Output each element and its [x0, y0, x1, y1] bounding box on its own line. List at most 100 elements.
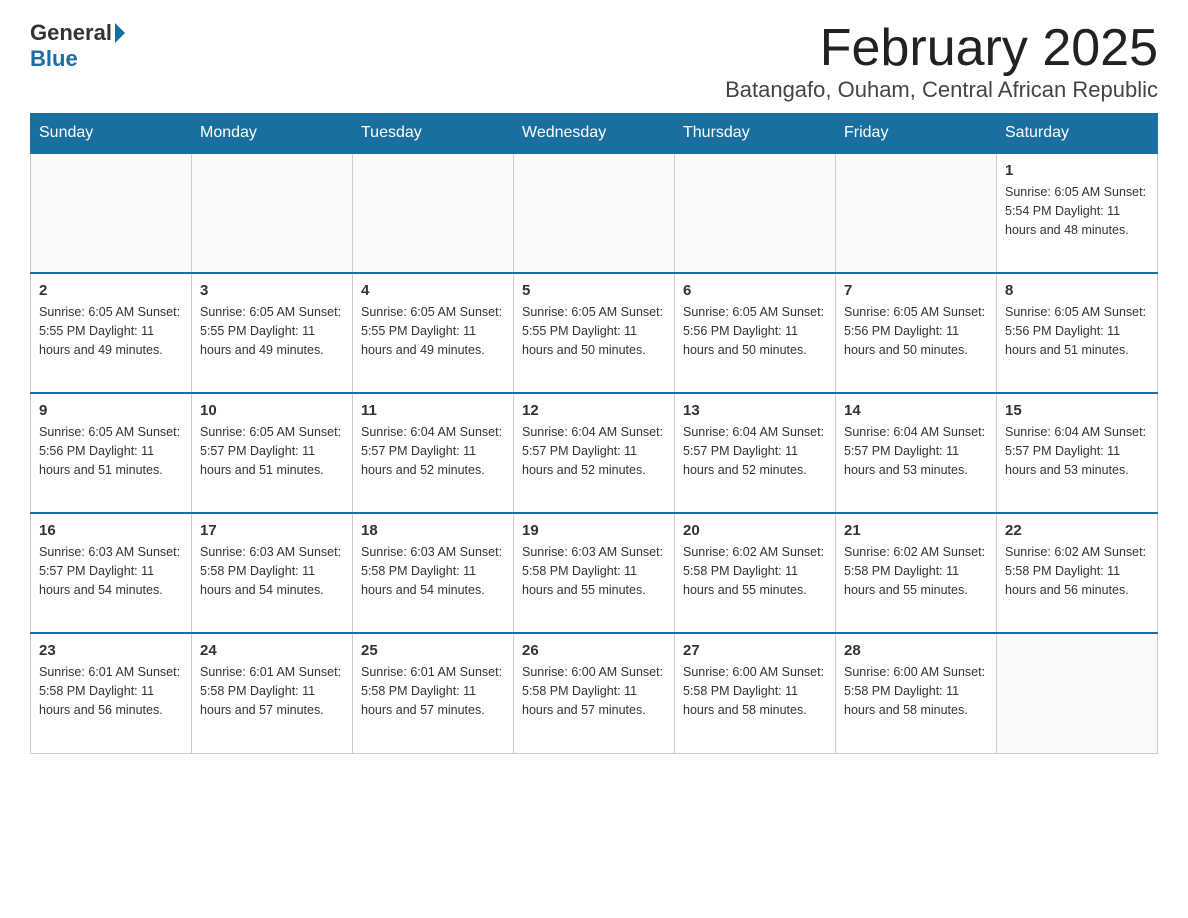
- logo-general-text: General: [30, 20, 112, 46]
- day-number: 11: [361, 402, 505, 419]
- day-number: 8: [1005, 282, 1149, 299]
- day-info: Sunrise: 6:03 AM Sunset: 5:58 PM Dayligh…: [200, 543, 344, 599]
- calendar-cell: 20 Sunrise: 6:02 AM Sunset: 5:58 PM Dayli…: [675, 513, 836, 633]
- day-info: Sunrise: 6:05 AM Sunset: 5:56 PM Dayligh…: [39, 423, 183, 479]
- day-info: Sunrise: 6:05 AM Sunset: 5:57 PM Dayligh…: [200, 423, 344, 479]
- calendar-cell: [997, 633, 1158, 753]
- calendar-header: SundayMondayTuesdayWednesdayThursdayFrid…: [31, 114, 1158, 154]
- calendar-cell: 8 Sunrise: 6:05 AM Sunset: 5:56 PM Daylig…: [997, 273, 1158, 393]
- title-section: February 2025 Batangafo, Ouham, Central …: [725, 20, 1158, 103]
- header-saturday: Saturday: [997, 114, 1158, 154]
- day-number: 9: [39, 402, 183, 419]
- calendar-week-row: 16 Sunrise: 6:03 AM Sunset: 5:57 PM Dayli…: [31, 513, 1158, 633]
- calendar-cell: [192, 153, 353, 273]
- day-number: 23: [39, 642, 183, 659]
- day-number: 21: [844, 522, 988, 539]
- calendar-header-row: SundayMondayTuesdayWednesdayThursdayFrid…: [31, 114, 1158, 154]
- header-tuesday: Tuesday: [353, 114, 514, 154]
- logo: General Blue: [30, 20, 125, 72]
- day-number: 3: [200, 282, 344, 299]
- day-info: Sunrise: 6:05 AM Sunset: 5:55 PM Dayligh…: [361, 303, 505, 359]
- day-number: 19: [522, 522, 666, 539]
- day-number: 25: [361, 642, 505, 659]
- day-info: Sunrise: 6:05 AM Sunset: 5:56 PM Dayligh…: [1005, 303, 1149, 359]
- day-info: Sunrise: 6:05 AM Sunset: 5:56 PM Dayligh…: [844, 303, 988, 359]
- calendar-cell: 14 Sunrise: 6:04 AM Sunset: 5:57 PM Dayli…: [836, 393, 997, 513]
- calendar-cell: 13Sunrise: 6:04 AM Sunset: 5:57 PM Dayli…: [675, 393, 836, 513]
- header-wednesday: Wednesday: [514, 114, 675, 154]
- day-info: Sunrise: 6:04 AM Sunset: 5:57 PM Dayligh…: [522, 423, 666, 479]
- day-number: 27: [683, 642, 827, 659]
- header-sunday: Sunday: [31, 114, 192, 154]
- day-number: 17: [200, 522, 344, 539]
- calendar-cell: 16 Sunrise: 6:03 AM Sunset: 5:57 PM Dayli…: [31, 513, 192, 633]
- day-info: Sunrise: 6:05 AM Sunset: 5:55 PM Dayligh…: [200, 303, 344, 359]
- day-info: Sunrise: 6:04 AM Sunset: 5:57 PM Dayligh…: [361, 423, 505, 479]
- day-number: 7: [844, 282, 988, 299]
- day-info: Sunrise: 6:04 AM Sunset: 5:57 PM Dayligh…: [683, 423, 827, 479]
- calendar-cell: 5 Sunrise: 6:05 AM Sunset: 5:55 PM Daylig…: [514, 273, 675, 393]
- calendar-week-row: 2 Sunrise: 6:05 AM Sunset: 5:55 PM Daylig…: [31, 273, 1158, 393]
- day-info: Sunrise: 6:04 AM Sunset: 5:57 PM Dayligh…: [844, 423, 988, 479]
- day-info: Sunrise: 6:00 AM Sunset: 5:58 PM Dayligh…: [522, 663, 666, 719]
- calendar-cell: 25 Sunrise: 6:01 AM Sunset: 5:58 PM Dayli…: [353, 633, 514, 753]
- day-number: 20: [683, 522, 827, 539]
- day-info: Sunrise: 6:01 AM Sunset: 5:58 PM Dayligh…: [361, 663, 505, 719]
- day-info: Sunrise: 6:05 AM Sunset: 5:56 PM Dayligh…: [683, 303, 827, 359]
- calendar-cell: 7 Sunrise: 6:05 AM Sunset: 5:56 PM Daylig…: [836, 273, 997, 393]
- day-info: Sunrise: 6:00 AM Sunset: 5:58 PM Dayligh…: [844, 663, 988, 719]
- calendar-week-row: 9 Sunrise: 6:05 AM Sunset: 5:56 PM Daylig…: [31, 393, 1158, 513]
- calendar-cell: 15Sunrise: 6:04 AM Sunset: 5:57 PM Dayli…: [997, 393, 1158, 513]
- calendar-table: SundayMondayTuesdayWednesdayThursdayFrid…: [30, 113, 1158, 754]
- header-thursday: Thursday: [675, 114, 836, 154]
- header-friday: Friday: [836, 114, 997, 154]
- day-info: Sunrise: 6:01 AM Sunset: 5:58 PM Dayligh…: [200, 663, 344, 719]
- calendar-cell: 4 Sunrise: 6:05 AM Sunset: 5:55 PM Daylig…: [353, 273, 514, 393]
- page-header: General Blue February 2025 Batangafo, Ou…: [30, 20, 1158, 103]
- day-number: 14: [844, 402, 988, 419]
- day-info: Sunrise: 6:03 AM Sunset: 5:58 PM Dayligh…: [361, 543, 505, 599]
- calendar-cell: 21 Sunrise: 6:02 AM Sunset: 5:58 PM Dayli…: [836, 513, 997, 633]
- logo-blue-text: Blue: [30, 46, 78, 72]
- day-info: Sunrise: 6:03 AM Sunset: 5:58 PM Dayligh…: [522, 543, 666, 599]
- calendar-cell: 22 Sunrise: 6:02 AM Sunset: 5:58 PM Dayli…: [997, 513, 1158, 633]
- calendar-cell: 10Sunrise: 6:05 AM Sunset: 5:57 PM Dayli…: [192, 393, 353, 513]
- calendar-cell: [514, 153, 675, 273]
- day-number: 28: [844, 642, 988, 659]
- day-info: Sunrise: 6:01 AM Sunset: 5:58 PM Dayligh…: [39, 663, 183, 719]
- calendar-cell: 28 Sunrise: 6:00 AM Sunset: 5:58 PM Dayli…: [836, 633, 997, 753]
- calendar-cell: 11 Sunrise: 6:04 AM Sunset: 5:57 PM Dayli…: [353, 393, 514, 513]
- day-number: 12: [522, 402, 666, 419]
- calendar-cell: 24Sunrise: 6:01 AM Sunset: 5:58 PM Dayli…: [192, 633, 353, 753]
- day-info: Sunrise: 6:02 AM Sunset: 5:58 PM Dayligh…: [1005, 543, 1149, 599]
- day-number: 2: [39, 282, 183, 299]
- calendar-cell: [675, 153, 836, 273]
- day-number: 4: [361, 282, 505, 299]
- calendar-cell: [31, 153, 192, 273]
- calendar-cell: 3 Sunrise: 6:05 AM Sunset: 5:55 PM Daylig…: [192, 273, 353, 393]
- page-title: February 2025: [725, 20, 1158, 77]
- day-info: Sunrise: 6:04 AM Sunset: 5:57 PM Dayligh…: [1005, 423, 1149, 479]
- calendar-cell: 2Sunrise: 6:05 AM Sunset: 5:55 PM Daylig…: [31, 273, 192, 393]
- logo-arrow-icon: [115, 23, 125, 43]
- day-info: Sunrise: 6:00 AM Sunset: 5:58 PM Dayligh…: [683, 663, 827, 719]
- day-info: Sunrise: 6:02 AM Sunset: 5:58 PM Dayligh…: [683, 543, 827, 599]
- calendar-cell: 18 Sunrise: 6:03 AM Sunset: 5:58 PM Dayli…: [353, 513, 514, 633]
- calendar-cell: 12 Sunrise: 6:04 AM Sunset: 5:57 PM Dayli…: [514, 393, 675, 513]
- calendar-cell: 9 Sunrise: 6:05 AM Sunset: 5:56 PM Daylig…: [31, 393, 192, 513]
- day-info: Sunrise: 6:02 AM Sunset: 5:58 PM Dayligh…: [844, 543, 988, 599]
- day-number: 22: [1005, 522, 1149, 539]
- calendar-body: 1Sunrise: 6:05 AM Sunset: 5:54 PM Daylig…: [31, 153, 1158, 753]
- calendar-cell: [353, 153, 514, 273]
- day-number: 1: [1005, 162, 1149, 179]
- header-monday: Monday: [192, 114, 353, 154]
- day-number: 26: [522, 642, 666, 659]
- calendar-cell: 26 Sunrise: 6:00 AM Sunset: 5:58 PM Dayli…: [514, 633, 675, 753]
- day-number: 5: [522, 282, 666, 299]
- page-subtitle: Batangafo, Ouham, Central African Republ…: [725, 77, 1158, 103]
- day-info: Sunrise: 6:05 AM Sunset: 5:55 PM Dayligh…: [522, 303, 666, 359]
- day-number: 16: [39, 522, 183, 539]
- day-info: Sunrise: 6:03 AM Sunset: 5:57 PM Dayligh…: [39, 543, 183, 599]
- day-number: 18: [361, 522, 505, 539]
- calendar-cell: 17 Sunrise: 6:03 AM Sunset: 5:58 PM Dayli…: [192, 513, 353, 633]
